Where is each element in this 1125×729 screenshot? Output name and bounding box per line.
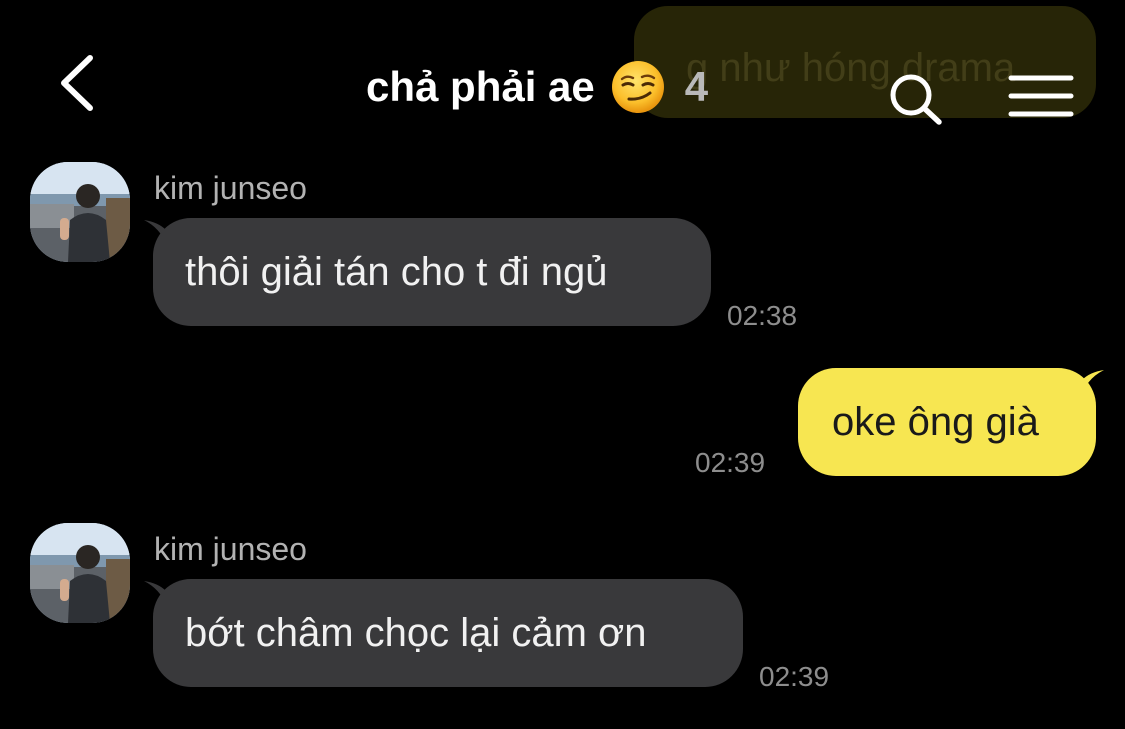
profile-photo-icon	[30, 523, 130, 623]
search-button[interactable]	[886, 70, 946, 128]
hamburger-menu-icon	[1008, 75, 1074, 117]
chat-title[interactable]: chả phải ae 4	[366, 58, 708, 116]
message-text: thôi giải tán cho t đi ngủ	[185, 250, 608, 294]
member-count: 4	[684, 63, 709, 110]
avatar[interactable]	[30, 162, 130, 262]
search-icon	[890, 74, 942, 125]
smirking-face-emoji-icon	[611, 61, 664, 113]
chevron-left-icon	[61, 55, 93, 111]
message-text: bớt châm chọc lại cảm ơn	[185, 611, 647, 655]
message-text: oke ông già	[832, 400, 1039, 444]
chat-title-text: chả phải ae	[366, 63, 595, 110]
message-bubble[interactable]: bớt châm chọc lại cảm ơn	[153, 579, 743, 687]
message-timestamp: 02:38	[727, 300, 798, 331]
message-timestamp: 02:39	[759, 661, 830, 692]
bubble-tail	[1082, 370, 1104, 394]
back-button[interactable]	[52, 50, 108, 116]
profile-photo-icon	[30, 162, 130, 262]
menu-button[interactable]	[1008, 74, 1074, 118]
scrolled-message-preview-text: g như hóng drama	[686, 46, 1016, 90]
sender-name: kim junseo	[154, 170, 307, 206]
message-timestamp: 02:39	[695, 447, 766, 478]
chat-header: g như hóng drama chả phải ae 4	[0, 0, 1125, 160]
sender-name: kim junseo	[154, 531, 307, 567]
avatar[interactable]	[30, 523, 130, 623]
message-bubble[interactable]: thôi giải tán cho t đi ngủ	[153, 218, 711, 326]
message-bubble[interactable]: oke ông già	[798, 368, 1096, 476]
